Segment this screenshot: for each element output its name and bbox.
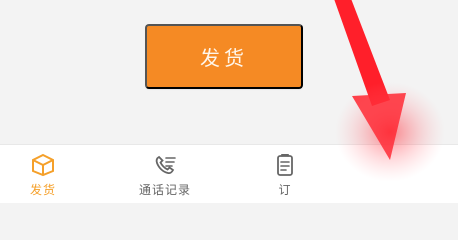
red-arrow-shaft [334, 0, 390, 106]
top-text-fragment [160, 0, 290, 4]
clipboard-icon [277, 154, 293, 176]
bottom-navigation: 发货 通话记录 订 [0, 144, 458, 203]
tab-ship-label: 发货 [29, 183, 56, 197]
package-icon [32, 153, 54, 177]
tab-orders[interactable]: 订 [245, 153, 325, 201]
tab-ship[interactable]: 发货 [3, 153, 83, 201]
ship-button[interactable]: 发货 [145, 24, 303, 89]
phone-list-icon [155, 155, 176, 174]
tab-orders-label: 订 [278, 183, 292, 197]
tab-call-records[interactable]: 通话记录 [125, 153, 205, 201]
tab-call-records-label: 通话记录 [138, 183, 191, 197]
